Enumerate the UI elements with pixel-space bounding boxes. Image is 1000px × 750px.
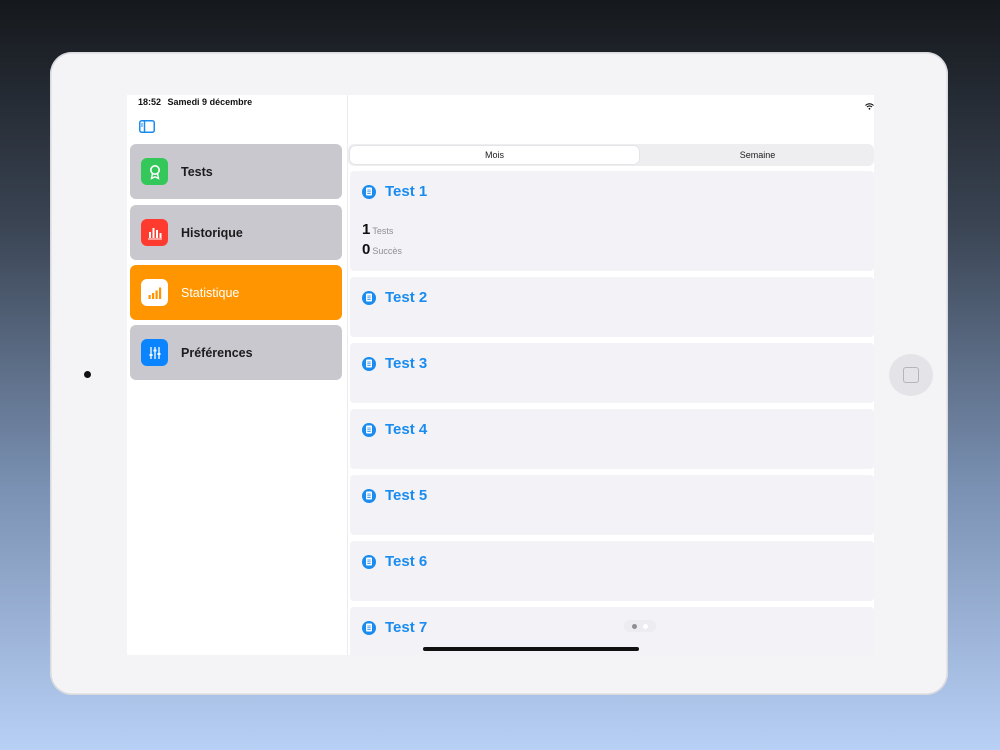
home-indicator[interactable] — [423, 647, 639, 651]
sidebar-item-label: Historique — [181, 225, 243, 240]
card-title: Test 7 — [385, 619, 428, 636]
card-header: Test 3 — [362, 355, 427, 372]
document-icon — [362, 620, 376, 635]
document-icon — [362, 184, 376, 199]
success-label: Succès — [372, 246, 402, 256]
status-bar: 18:52 Samedi 9 décembre — [138, 97, 252, 107]
front-camera — [84, 371, 91, 378]
main-content: Mois Semaine Test 1 1 Tests 0 Succès Tes… — [348, 95, 874, 655]
card-title: Test 6 — [385, 553, 428, 570]
award-icon — [141, 158, 168, 185]
tests-label: Tests — [372, 226, 394, 236]
card-title: Test 5 — [385, 487, 428, 504]
home-button-icon — [903, 367, 919, 383]
sidebar-toggle-icon[interactable] — [139, 120, 155, 133]
sliders-icon — [141, 339, 168, 366]
card-title: Test 1 — [385, 183, 428, 200]
card-title: Test 4 — [385, 421, 428, 438]
test-card[interactable]: Test 2 — [350, 277, 874, 337]
sidebar-item-statistique[interactable]: Statistique — [130, 265, 342, 320]
home-button[interactable] — [889, 354, 933, 396]
sidebar-item-label: Préférences — [181, 345, 253, 360]
card-title: Test 3 — [385, 355, 428, 372]
test-card[interactable]: Test 3 — [350, 343, 874, 403]
card-header: Test 7 — [362, 619, 427, 636]
tests-count: 1 — [362, 221, 371, 238]
status-date: Samedi 9 décembre — [167, 97, 253, 107]
sidebar-item-label: Tests — [181, 164, 213, 179]
segment-semaine[interactable]: Semaine — [641, 146, 874, 164]
test-card[interactable]: Test 4 — [350, 409, 874, 469]
stat-success: 0 Succès — [362, 241, 402, 258]
segment-mois[interactable]: Mois — [350, 146, 639, 164]
document-icon — [362, 422, 376, 437]
document-icon — [362, 488, 376, 503]
document-icon — [362, 290, 376, 305]
sidebar: 18:52 Samedi 9 décembre Tests Historique… — [127, 95, 348, 655]
bar-chart-icon — [141, 219, 168, 246]
test-card[interactable]: Test 6 — [350, 541, 874, 601]
sidebar-item-preferences[interactable]: Préférences — [130, 325, 342, 380]
document-icon — [362, 554, 376, 569]
test-card[interactable]: Test 5 — [350, 475, 874, 535]
card-title: Test 2 — [385, 289, 428, 306]
page-dot — [643, 623, 648, 629]
document-icon — [362, 356, 376, 371]
status-time: 18:52 — [138, 97, 162, 107]
success-count: 0 — [362, 241, 371, 258]
page-dot-active — [632, 623, 637, 629]
sidebar-item-tests[interactable]: Tests — [130, 144, 342, 199]
card-header: Test 6 — [362, 553, 427, 570]
test-card[interactable]: Test 1 1 Tests 0 Succès — [350, 171, 874, 271]
wifi-icon — [865, 97, 874, 110]
screen: 18:52 Samedi 9 décembre Tests Historique… — [127, 95, 874, 655]
stat-tests: 1 Tests — [362, 221, 393, 238]
sidebar-item-label: Statistique — [181, 285, 240, 300]
card-header: Test 1 — [362, 183, 427, 200]
card-header: Test 4 — [362, 421, 427, 438]
period-segmented-control: Mois Semaine — [348, 144, 874, 166]
card-header: Test 2 — [362, 289, 427, 306]
signal-bars-icon — [141, 279, 168, 306]
page-indicator[interactable] — [624, 620, 656, 632]
card-header: Test 5 — [362, 487, 427, 504]
sidebar-item-historique[interactable]: Historique — [130, 205, 342, 260]
